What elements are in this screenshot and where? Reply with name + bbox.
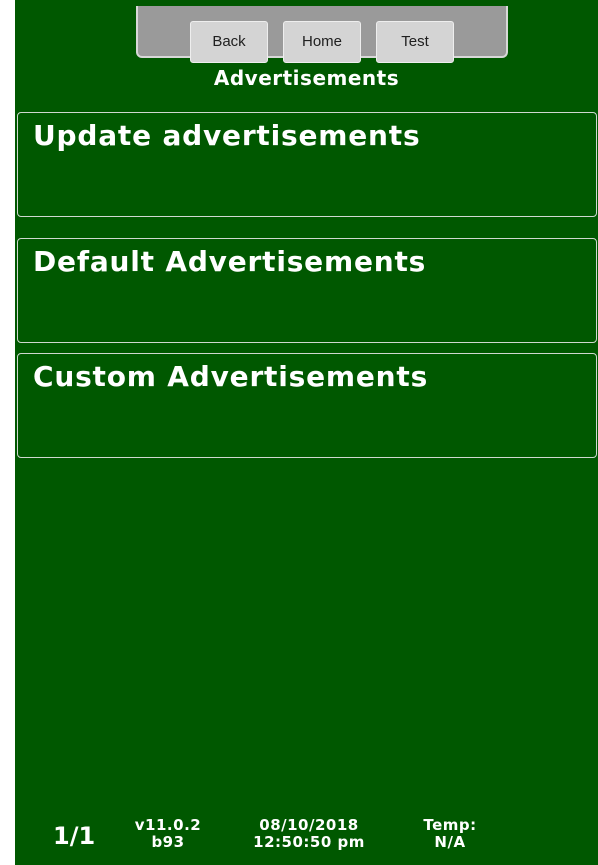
temperature: Temp: N/A xyxy=(405,817,495,851)
page-title: Advertisements xyxy=(213,66,400,90)
update-advertisements-button[interactable]: Update advertisements xyxy=(17,112,597,217)
menu-item-label: Default Advertisements xyxy=(33,245,427,278)
version-info: v11.0.2 b93 xyxy=(133,817,203,851)
temp-value: N/A xyxy=(434,833,466,851)
back-button[interactable]: Back xyxy=(190,21,268,63)
custom-advertisements-button[interactable]: Custom Advertisements xyxy=(17,353,597,458)
default-advertisements-button[interactable]: Default Advertisements xyxy=(17,238,597,343)
build-number: b93 xyxy=(151,833,185,851)
home-button[interactable]: Home xyxy=(283,21,361,63)
test-button[interactable]: Test xyxy=(376,21,454,63)
version-number: v11.0.2 xyxy=(134,816,202,834)
date-text: 08/10/2018 xyxy=(259,816,359,834)
menu-item-label: Update advertisements xyxy=(33,119,421,152)
time-text: 12:50:50 pm xyxy=(253,833,365,851)
temp-label: Temp: xyxy=(423,816,477,834)
advertisements-screen: Back Home Test Advertisements Update adv… xyxy=(15,0,598,865)
page-count: 1/1 xyxy=(53,822,96,850)
menu-item-label: Custom Advertisements xyxy=(33,360,429,393)
date-time: 08/10/2018 12:50:50 pm xyxy=(239,817,379,851)
